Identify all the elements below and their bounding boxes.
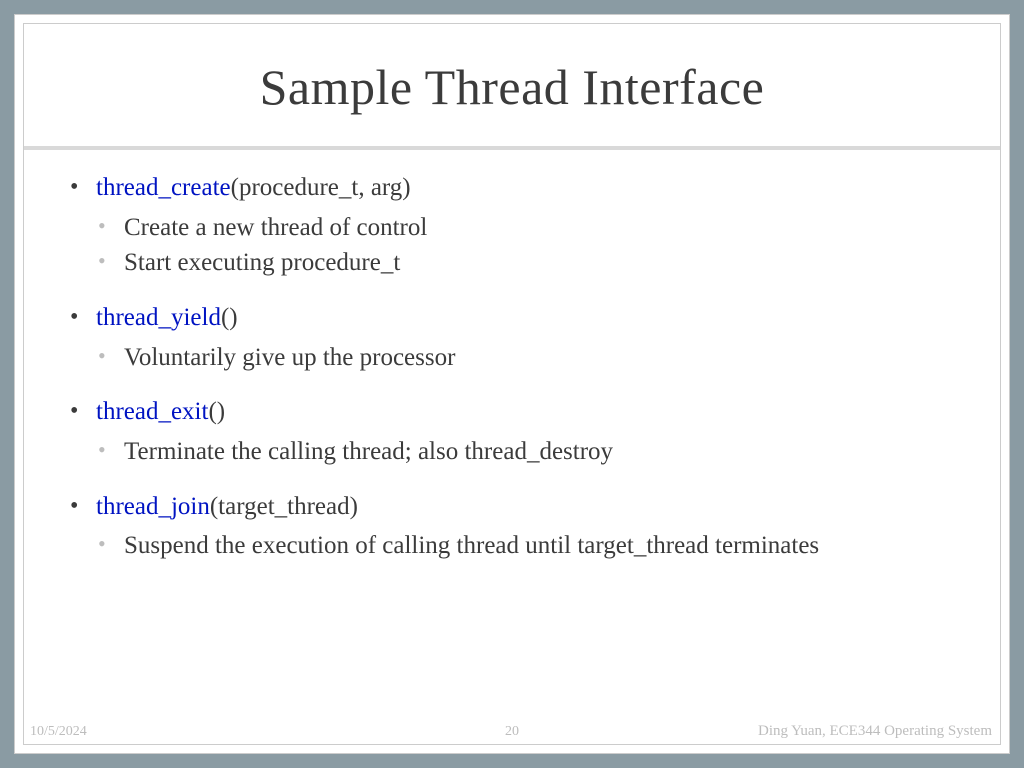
sub-list: Suspend the execution of calling thread …	[96, 529, 960, 563]
sub-item: Voluntarily give up the processor	[96, 341, 960, 375]
function-args: ()	[221, 304, 238, 331]
footer: 10/5/2024 20 Ding Yuan, ECE344 Operating…	[24, 720, 1000, 740]
list-item: thread_join(target_thread) Suspend the e…	[64, 491, 960, 563]
sub-list: Terminate the calling thread; also threa…	[96, 435, 960, 469]
slide-title: Sample Thread Interface	[44, 58, 980, 116]
function-name: thread_join	[96, 493, 210, 520]
sub-item: Create a new thread of control	[96, 211, 960, 245]
sub-list: Create a new thread of control Start exe…	[96, 211, 960, 281]
sub-list: Voluntarily give up the processor	[96, 341, 960, 375]
function-args: ()	[208, 398, 225, 425]
list-item: thread_create(procedure_t, arg) Create a…	[64, 172, 960, 280]
sub-item: Start executing procedure_t	[96, 246, 960, 280]
list-item: thread_exit() Terminate the calling thre…	[64, 396, 960, 468]
title-area: Sample Thread Interface	[24, 24, 1000, 150]
sub-item: Suspend the execution of calling thread …	[96, 529, 960, 563]
bullet-list: thread_create(procedure_t, arg) Create a…	[64, 172, 960, 563]
function-name: thread_yield	[96, 304, 221, 331]
function-name: thread_create	[96, 174, 231, 201]
footer-author: Ding Yuan, ECE344 Operating System	[758, 723, 992, 740]
slide-outer-frame: Sample Thread Interface thread_create(pr…	[14, 14, 1010, 754]
function-name: thread_exit	[96, 398, 208, 425]
content-area: thread_create(procedure_t, arg) Create a…	[24, 150, 1000, 744]
function-args: (target_thread)	[210, 493, 358, 520]
function-args: (procedure_t, arg)	[231, 174, 411, 201]
sub-item: Terminate the calling thread; also threa…	[96, 435, 960, 469]
list-item: thread_yield() Voluntarily give up the p…	[64, 302, 960, 374]
footer-page-number: 20	[505, 724, 519, 740]
slide-inner-frame: Sample Thread Interface thread_create(pr…	[23, 23, 1001, 745]
footer-date: 10/5/2024	[30, 724, 87, 740]
